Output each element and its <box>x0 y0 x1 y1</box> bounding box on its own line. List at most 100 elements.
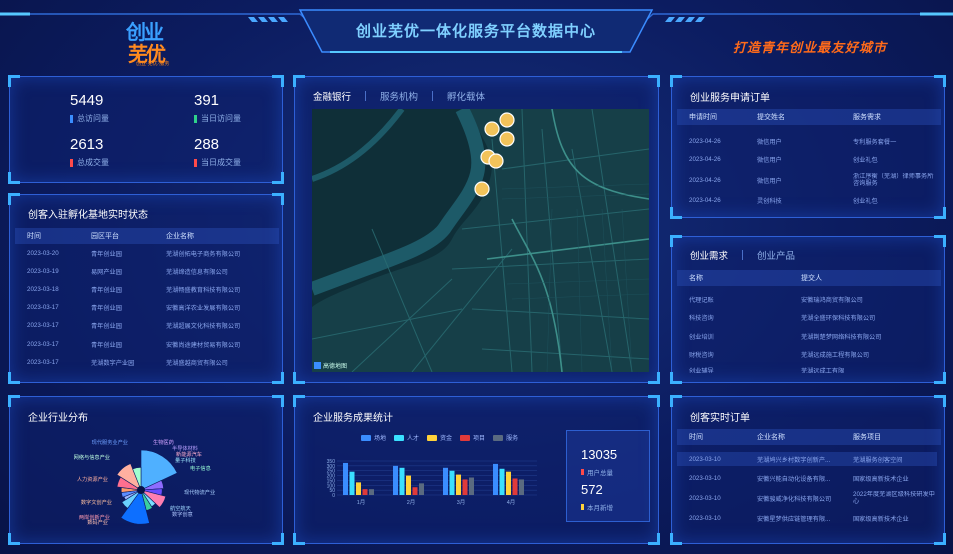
tab-product[interactable]: 创业产品 <box>757 248 795 262</box>
table-row[interactable]: 2023-03-17 芜湖数字产业园 芜湖盛越商贸有限公司 <box>15 355 279 369</box>
bar[interactable] <box>419 483 424 495</box>
col-time: 时间 <box>27 233 41 240</box>
table-cell: 代理记账 <box>689 296 714 304</box>
pie-label: 电子信息 <box>190 464 211 472</box>
table-row[interactable]: 2023-04-26 灵创科技 创业礼包 <box>677 194 937 206</box>
table-row[interactable]: 2023-04-26 微信用户 浙江序衡（芜湖）律师事务所咨询服务 <box>677 171 937 189</box>
stat-dot <box>194 158 197 167</box>
kpi-month-label: 本月新增 <box>581 502 613 512</box>
col-park: 园区平台 <box>91 233 119 240</box>
table-cell: 安徽骏威净化科技有限公司 <box>757 495 832 503</box>
bar[interactable] <box>393 465 398 495</box>
map-canvas <box>312 109 649 372</box>
table-row[interactable]: 2023-03-18 青年创业园 芜湖畅盛教育科技有限公司 <box>15 282 279 296</box>
pie-label: 现代物流产业 <box>184 488 215 496</box>
stat-dot <box>194 114 197 123</box>
table-row[interactable]: 2023-03-17 青年创业园 芜湖超展文化科技有限公司 <box>15 319 279 333</box>
table-row[interactable]: 科技咨询 芜湖全盛环保科技有限公司 <box>677 312 941 324</box>
stat-dot <box>70 158 73 167</box>
col-submitter: 提交人 <box>801 275 822 282</box>
stat-value: 2613 <box>70 136 104 153</box>
table-cell: 2023-03-10 <box>689 514 721 522</box>
table-row[interactable]: 创业培训 芜湖荆楚梦网络科技有限公司 <box>677 330 941 342</box>
tab-demand[interactable]: 创业需求 <box>690 248 728 262</box>
slogan: 打造青年创业最友好城市 <box>733 41 888 56</box>
table-cell: 芜湖远成工有限 <box>801 367 845 374</box>
bar[interactable] <box>412 487 418 495</box>
orders-table-header: 时间 企业名称 服务项目 <box>677 429 941 445</box>
col-name: 提交姓名 <box>757 114 785 121</box>
table-row[interactable]: 2023-04-26 微信用户 专利服务套餐一 <box>677 135 937 147</box>
tab-finance-bank[interactable]: 金融银行 <box>313 89 351 103</box>
table-row[interactable]: 财税咨询 芜湖远成施工程有限公司 <box>677 349 941 361</box>
table-row[interactable]: 2023-03-20 青年创业园 芜湖创拓电子商务有限公司 <box>15 246 279 260</box>
service-bar-chart: 0501001502002503003501月 2月 3月 4月 <box>327 459 537 506</box>
table-cell: 创业辅导 <box>689 367 714 374</box>
table-cell: 青年创业园 <box>91 305 122 313</box>
table-row[interactable]: 2023-03-10 安徽骏威净化科技有限公司 2022年度芜湖区级科技研发中心 <box>677 489 937 507</box>
table-cell: 芜湖超展文化科技有限公司 <box>166 323 241 331</box>
kpi-month-label-text: 本月新增 <box>587 505 613 512</box>
bar[interactable] <box>456 474 461 495</box>
table-cell: 2023-04-26 <box>689 137 721 145</box>
table-cell: 安徽星梦供应链管理有限... <box>757 515 831 523</box>
table-cell: 灵创科技 <box>757 197 782 205</box>
incubator-table-header: 时间 园区平台 企业名称 <box>15 228 279 244</box>
pie-label: 半导体材料 <box>172 444 198 452</box>
bar[interactable] <box>469 477 474 495</box>
stat-today-visits: 391 当日访问量 <box>194 92 274 124</box>
table-row[interactable]: 2023-04-26 微信用户 创业礼包 <box>677 153 937 165</box>
table-cell: 芜湖远成施工程有限公司 <box>801 352 870 359</box>
apply-panel: 创业服务申请订单 申请时间 提交姓名 服务需求 2023-04-26 微信用户 专利… <box>670 75 946 219</box>
x-tick-label: 1月 <box>357 499 366 506</box>
table-row[interactable]: 2023-03-10 安徽星梦供应链管理有限... 国家级高新技术企业 <box>677 511 937 525</box>
bar[interactable] <box>369 489 374 495</box>
table-row[interactable]: 2023-03-10 安徽兴能自动化设备有限... 国家级高新技术企业 <box>677 471 937 485</box>
map-attribution: 高德地图 <box>314 361 347 370</box>
bar[interactable] <box>519 479 524 495</box>
pie-label: 生物医药 <box>153 438 174 446</box>
incubator-panel: 创客入驻孵化基地实时状态 时间 园区平台 企业名称 2023-03-20 青年创业… <box>8 193 284 384</box>
map-panel: 金融银行 服务机构 孵化载体 高德地图 <box>293 75 660 384</box>
table-row[interactable]: 2023-03-10 芜湖鸠兴乡村数字创新产... 芜湖服务创客空间 <box>677 452 937 466</box>
table-row[interactable]: 2023-03-17 青年创业园 安徽尚途建材贸易有限公司 <box>15 337 279 351</box>
incubator-title: 创客入驻孵化基地实时状态 <box>28 210 148 221</box>
bar[interactable] <box>512 478 518 495</box>
bar[interactable] <box>449 470 455 495</box>
bar[interactable] <box>499 468 505 495</box>
page-title: 创业芜优一体化服务平台数据中心 <box>355 22 596 40</box>
bar[interactable] <box>399 467 405 495</box>
table-row[interactable]: 2023-03-17 青年创业园 安徽高洋农业发展有限公司 <box>15 301 279 315</box>
x-tick-label: 3月 <box>457 499 466 506</box>
table-cell: 安徽兴能自动化设备有限... <box>757 475 831 483</box>
table-row[interactable]: 创业辅导 芜湖远成工有限 <box>677 367 941 374</box>
bar[interactable] <box>506 471 511 495</box>
bar[interactable] <box>349 471 355 495</box>
bar[interactable] <box>443 467 448 495</box>
table-cell: 芜湖盛越商贸有限公司 <box>166 359 228 367</box>
bar[interactable] <box>493 463 498 495</box>
bar[interactable] <box>406 475 411 495</box>
industry-rose-chart: 现代服务业产业 生物医药半导体材料新能源汽车量子科技电子信息现代物流产业航空航天数… <box>74 438 215 526</box>
table-cell: 专利服务套餐一 <box>853 138 897 146</box>
demand-panel: 创业需求 创业产品 名称 提交人 代理记账 安徽瑞鸿商贸有限公司 科技咨询 芜湖全盛环… <box>670 235 946 384</box>
table-cell: 芜湖创拓电子商务有限公司 <box>166 250 241 258</box>
map[interactable]: 高德地图 <box>312 109 649 372</box>
stat-label: 当日访问量 <box>201 114 241 123</box>
apply-table-header: 申请时间 提交姓名 服务需求 <box>677 109 941 125</box>
pie-label: 数字创意 <box>172 510 193 518</box>
table-row[interactable]: 代理记账 安徽瑞鸿商贸有限公司 <box>677 293 941 305</box>
bar[interactable] <box>343 462 348 495</box>
tab-incubator[interactable]: 孵化载体 <box>447 89 485 103</box>
bar[interactable] <box>362 489 368 495</box>
table-cell: 安徽瑞鸿商贸有限公司 <box>801 296 863 304</box>
bar[interactable] <box>462 479 468 495</box>
table-row[interactable]: 2023-03-19 易网产业园 芜湖缔造信息有限公司 <box>15 264 279 278</box>
table-cell: 2023-04-26 <box>689 155 721 163</box>
table-cell: 青年创业园 <box>91 250 122 258</box>
stat-value: 288 <box>194 136 220 153</box>
tab-service-org[interactable]: 服务机构 <box>380 89 418 103</box>
table-cell: 浙江序衡（芜湖）律师事务所咨询服务 <box>853 173 934 187</box>
bar[interactable] <box>356 482 361 495</box>
map-logo-text: 高德地图 <box>323 364 348 370</box>
